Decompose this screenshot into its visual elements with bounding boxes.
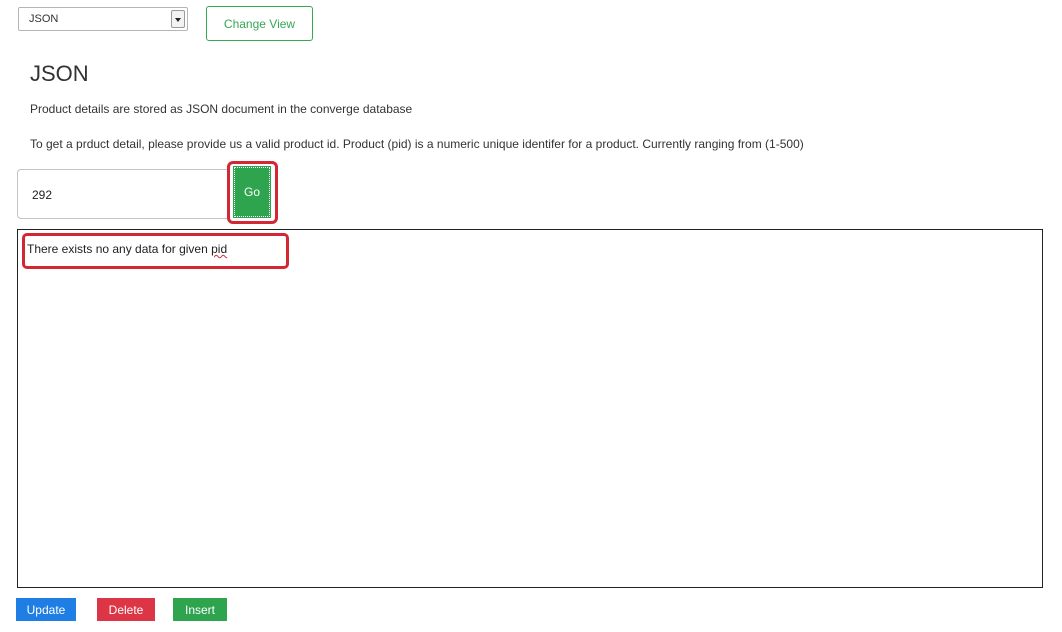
page-title: JSON <box>30 61 89 86</box>
view-select[interactable]: JSON <box>18 7 188 31</box>
result-message-highlight <box>22 233 289 269</box>
pid-input-value: 292 <box>32 188 53 202</box>
update-button[interactable]: Update <box>16 598 76 621</box>
pid-input[interactable]: 292 <box>17 169 229 219</box>
chevron-down-icon[interactable] <box>171 10 185 28</box>
go-button[interactable]: Go <box>233 166 271 218</box>
description-instructions: To get a prduct detail, please provide u… <box>30 137 804 151</box>
insert-button[interactable]: Insert <box>173 598 227 621</box>
view-select-value: JSON <box>29 13 59 25</box>
description-storage: Product details are stored as JSON docum… <box>30 102 413 116</box>
result-textarea[interactable] <box>17 229 1043 588</box>
delete-button[interactable]: Delete <box>97 598 155 621</box>
change-view-button[interactable]: Change View <box>206 6 313 41</box>
